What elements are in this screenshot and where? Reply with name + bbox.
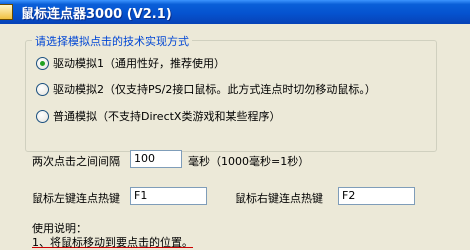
interval-unit-hint: 毫秒（1000毫秒=1秒）: [188, 155, 310, 168]
window-title: 鼠标连点器3000 (V2.1): [21, 7, 172, 22]
left-hotkey-label: 鼠标左键连点热键: [32, 192, 120, 205]
radio-label-driver-sim-2: 驱动模拟2（仅支持PS/2接口鼠标。此方式连点时切勿移动鼠标。）: [53, 83, 376, 96]
radio-driver-sim-2[interactable]: 驱动模拟2（仅支持PS/2接口鼠标。此方式连点时切勿移动鼠标。）: [36, 81, 376, 97]
title-bar[interactable]: 鼠标连点器3000 (V2.1): [0, 0, 470, 24]
radio-label-driver-sim-1: 驱动模拟1（通用性好，推荐使用）: [53, 57, 225, 70]
interval-label: 两次点击之间间隔: [32, 155, 120, 168]
group-caption: 请选择模拟点击的技术实现方式: [32, 33, 192, 49]
radio-button-checked-icon[interactable]: [36, 56, 49, 70]
app-icon: [0, 4, 13, 20]
simulation-mode-group: 请选择模拟点击的技术实现方式 驱动模拟1（通用性好，推荐使用） 驱动模拟2（仅支…: [25, 33, 437, 152]
interval-input[interactable]: 100: [130, 150, 182, 168]
right-hotkey-label: 鼠标右键连点热键: [235, 192, 323, 205]
usage-step-1: 1、将鼠标移动到要点击的位置。: [32, 236, 193, 249]
radio-driver-sim-1[interactable]: 驱动模拟1（通用性好，推荐使用）: [36, 55, 225, 71]
radio-normal-sim[interactable]: 普通模拟（不支持DirectX类游戏和某些程序）: [36, 108, 280, 124]
radio-button-icon[interactable]: [36, 109, 49, 123]
right-hotkey-input[interactable]: F2: [338, 187, 415, 205]
left-hotkey-input[interactable]: F1: [130, 187, 207, 205]
radio-button-icon[interactable]: [36, 82, 49, 96]
main-panel: 请选择模拟点击的技术实现方式 驱动模拟1（通用性好，推荐使用） 驱动模拟2（仅支…: [0, 24, 470, 249]
radio-label-normal-sim: 普通模拟（不支持DirectX类游戏和某些程序）: [53, 110, 281, 123]
